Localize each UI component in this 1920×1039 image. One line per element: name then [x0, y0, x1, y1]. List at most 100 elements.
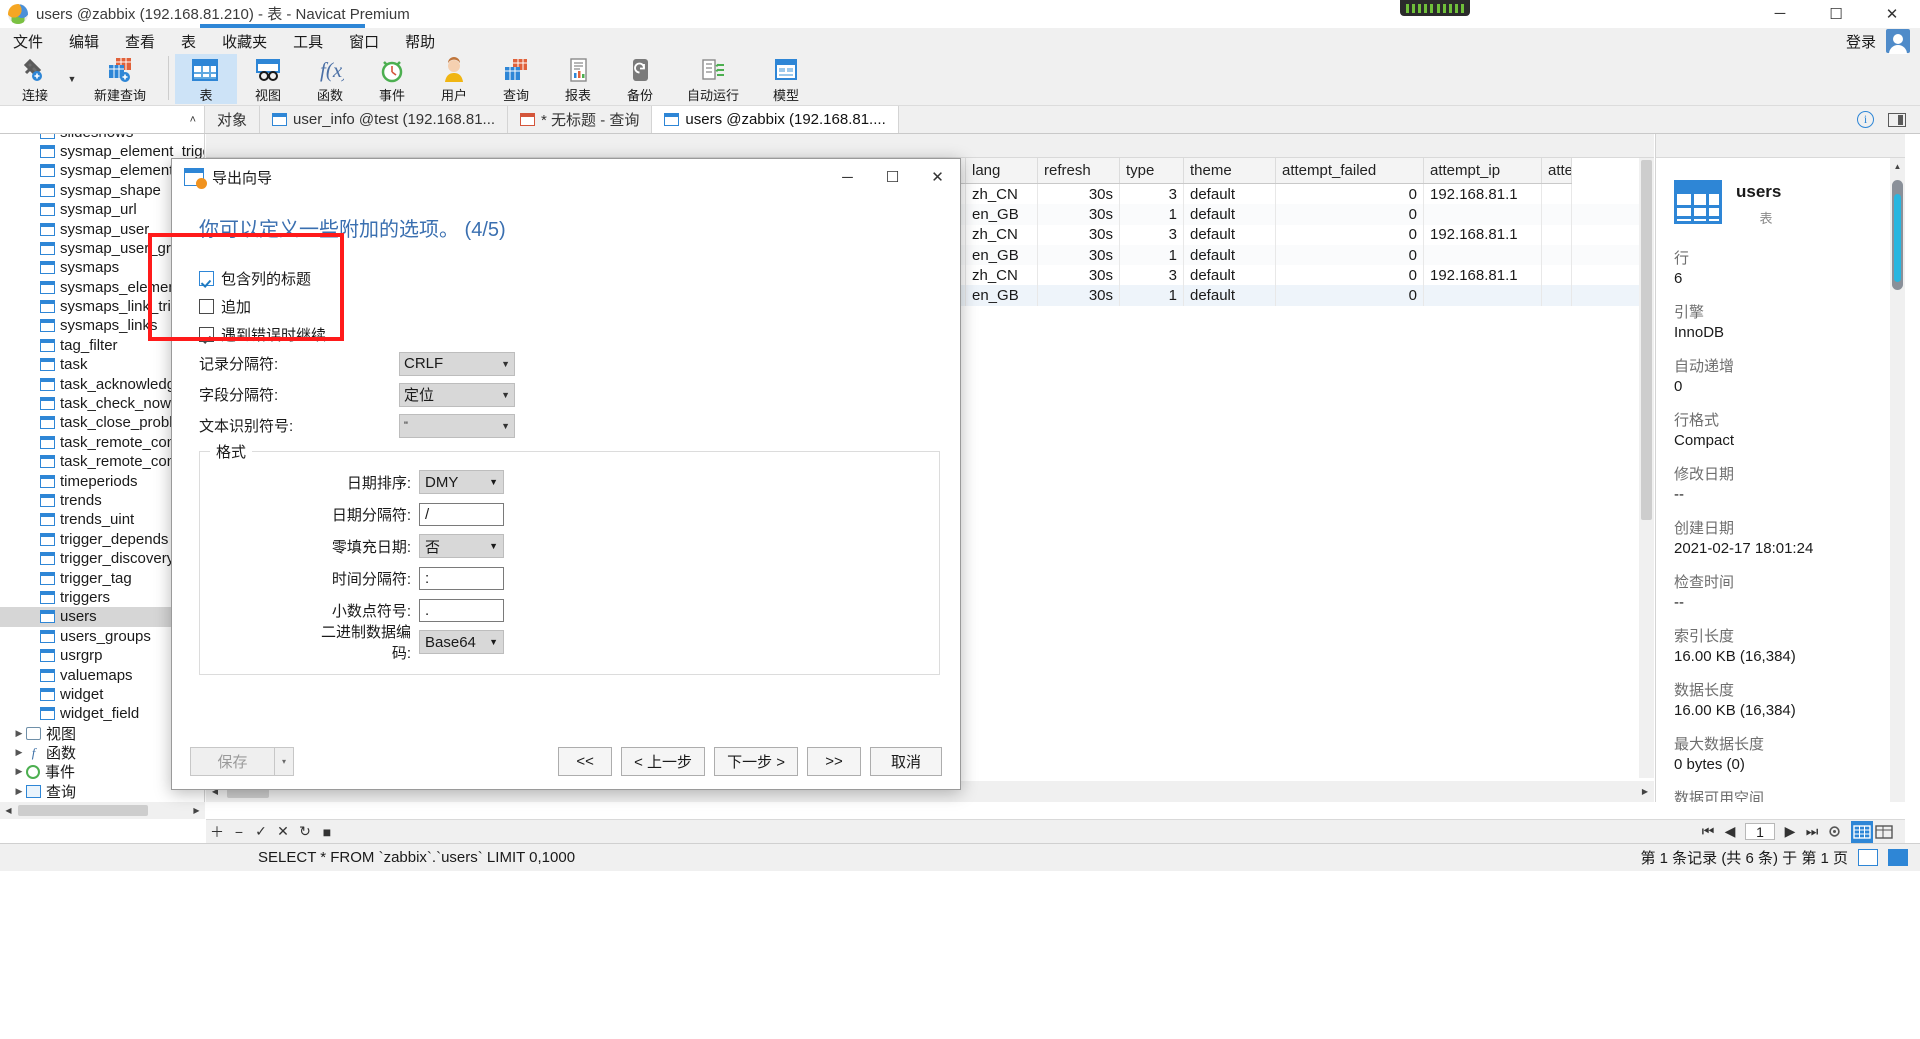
dialog-minimize-button[interactable]: ─ — [825, 159, 870, 195]
statusbar-panel-toggle-2[interactable] — [1888, 849, 1908, 866]
dialog-maximize-button[interactable]: ☐ — [870, 159, 915, 195]
grid-cell[interactable]: 30s — [1038, 265, 1120, 285]
zero-pad-date-select[interactable]: 否 ▼ — [419, 534, 504, 558]
grid-cell[interactable]: default — [1184, 225, 1276, 245]
window-maximize-button[interactable]: ☐ — [1808, 0, 1864, 28]
info-panel-scrollbar[interactable]: ▲ — [1890, 158, 1905, 802]
grid-row[interactable]: men_GB30s1default0 — [846, 245, 1654, 265]
menu-view[interactable]: 查看 — [112, 28, 168, 55]
date-delimiter-input[interactable]: / — [419, 503, 504, 526]
grid-cell[interactable]: 30s — [1038, 184, 1120, 204]
grid-cell[interactable]: 192.168.81.1 — [1424, 225, 1542, 245]
grid-column-header[interactable]: theme — [1184, 158, 1276, 183]
chevron-right-icon[interactable]: ▶ — [12, 747, 26, 758]
grid-cell[interactable]: en_GB — [966, 285, 1038, 305]
time-delimiter-input[interactable]: : — [419, 567, 504, 590]
menu-help[interactable]: 帮助 — [392, 28, 448, 55]
chevron-up-icon[interactable]: ˄ — [190, 114, 196, 126]
grid-vertical-scrollbar[interactable] — [1639, 158, 1654, 778]
binary-encoding-select[interactable]: Base64 ▼ — [419, 630, 504, 654]
grid-cell[interactable]: zh_CN — [966, 265, 1038, 285]
grid-cell[interactable]: 192.168.81.1 — [1424, 265, 1542, 285]
toolbar-automation[interactable]: 自动运行 — [671, 54, 755, 104]
grid-row[interactable]: zh_CN30s3default0192.168.81.1 — [846, 184, 1654, 204]
sidebar-table-item[interactable]: slideshows — [0, 134, 204, 142]
scroll-right-arrow-icon[interactable]: ▶ — [1636, 782, 1654, 801]
tab-untitled-query[interactable]: * 无标题 - 查询 — [508, 106, 652, 133]
grid-cell[interactable]: 1 — [1120, 285, 1184, 305]
discard-changes-button[interactable]: ✕ — [272, 821, 294, 843]
sidebar-horizontal-scrollbar[interactable]: ◀ ▶ — [0, 802, 205, 819]
window-close-button[interactable]: ✕ — [1864, 0, 1920, 28]
gear-icon[interactable] — [1823, 821, 1845, 843]
grid-column-header[interactable]: attempt_ip — [1424, 158, 1542, 183]
toolbar-connection[interactable]: 连接 — [4, 54, 66, 104]
grid-cell[interactable] — [1424, 285, 1542, 305]
refresh-button[interactable]: ↻ — [294, 821, 316, 843]
checkbox-append[interactable]: 追加 — [172, 292, 960, 320]
grid-cell[interactable]: 0 — [1276, 225, 1424, 245]
checkbox-continue-on-error[interactable]: 遇到错误时继续 — [172, 320, 960, 348]
grid-column-header[interactable]: refresh — [1038, 158, 1120, 183]
grid-column-header[interactable]: type — [1120, 158, 1184, 183]
field-delimiter-select[interactable]: 定位 ▼ — [399, 383, 515, 407]
toolbar-query[interactable]: 查询 — [485, 54, 547, 104]
delete-record-button[interactable]: − — [228, 821, 250, 843]
toolbar-backup[interactable]: 备份 — [609, 54, 671, 104]
toggle-panel-icon[interactable] — [1888, 113, 1906, 127]
grid-cell[interactable]: default — [1184, 245, 1276, 265]
last-step-button[interactable]: >> — [807, 747, 861, 776]
grid-cell[interactable]: 0 — [1276, 184, 1424, 204]
grid-cell[interactable] — [1542, 204, 1572, 224]
grid-cell[interactable]: default — [1184, 265, 1276, 285]
next-step-button[interactable]: 下一步 > — [714, 747, 798, 776]
grid-row[interactable]: men_GB30s1default0 — [846, 204, 1654, 224]
statusbar-panel-toggle-1[interactable] — [1858, 849, 1878, 866]
grid-cell[interactable]: 30s — [1038, 245, 1120, 265]
grid-cell[interactable] — [1542, 225, 1572, 245]
chevron-right-icon[interactable]: ▶ — [12, 728, 26, 739]
grid-row[interactable]: men_GB30s1default0 — [846, 285, 1654, 305]
page-number-input[interactable]: 1 — [1745, 823, 1775, 840]
add-record-button[interactable]: ＋ — [206, 821, 228, 843]
info-icon[interactable]: i — [1857, 111, 1874, 128]
export-wizard-dialog[interactable]: 导出向导 ─ ☐ ✕ 你可以定义一些附加的选项。 (4/5) 包含列的标题 追加… — [171, 158, 961, 790]
grid-cell[interactable] — [1542, 285, 1572, 305]
grid-cell[interactable]: 192.168.81.1 — [1424, 184, 1542, 204]
date-order-select[interactable]: DMY ▼ — [419, 470, 504, 494]
toolbar-connection-dropdown[interactable]: ▼ — [66, 54, 78, 104]
text-qualifier-select[interactable]: " ▼ — [399, 414, 515, 438]
grid-cell[interactable]: default — [1184, 184, 1276, 204]
window-minimize-button[interactable]: ─ — [1752, 0, 1808, 28]
chevron-right-icon[interactable]: ▶ — [12, 786, 26, 797]
avatar[interactable] — [1886, 29, 1910, 53]
dialog-close-button[interactable]: ✕ — [915, 159, 960, 195]
chevron-right-icon[interactable]: ▶ — [12, 766, 26, 777]
grid-cell[interactable]: zh_CN — [966, 184, 1038, 204]
checkbox-icon[interactable] — [199, 271, 214, 286]
grid-cell[interactable] — [1542, 184, 1572, 204]
save-split-button[interactable]: 保存 ▾ — [190, 747, 294, 776]
scroll-up-arrow-icon[interactable]: ▲ — [1890, 158, 1905, 174]
grid-cell[interactable]: en_GB — [966, 204, 1038, 224]
grid-cell[interactable]: 0 — [1276, 285, 1424, 305]
apply-changes-button[interactable]: ✓ — [250, 821, 272, 843]
scrollbar-thumb[interactable] — [1641, 160, 1652, 520]
first-page-button[interactable]: ⏮ — [1697, 821, 1719, 843]
toolbar-event[interactable]: 事件 — [361, 54, 423, 104]
login-link[interactable]: 登录 — [1846, 31, 1876, 52]
form-view-icon[interactable] — [1873, 821, 1895, 843]
last-page-button[interactable]: ⏭ — [1801, 821, 1823, 843]
grid-cell[interactable]: 3 — [1120, 225, 1184, 245]
grid-cell[interactable] — [1542, 245, 1572, 265]
checkbox-icon[interactable] — [199, 299, 214, 314]
toolbar-new-query[interactable]: 新建查询 — [78, 54, 162, 104]
grid-cell[interactable]: 0 — [1276, 245, 1424, 265]
toolbar-function[interactable]: f(x) 函数 — [299, 54, 361, 104]
grid-cell[interactable] — [1424, 245, 1542, 265]
scroll-left-arrow-icon[interactable]: ◀ — [0, 802, 17, 819]
grid-column-header[interactable]: atte — [1542, 158, 1572, 183]
grid-row[interactable]: zh_CN30s3default0192.168.81.1 — [846, 265, 1654, 285]
next-page-button[interactable]: ▶ — [1779, 821, 1801, 843]
menu-table[interactable]: 表 — [168, 28, 209, 55]
